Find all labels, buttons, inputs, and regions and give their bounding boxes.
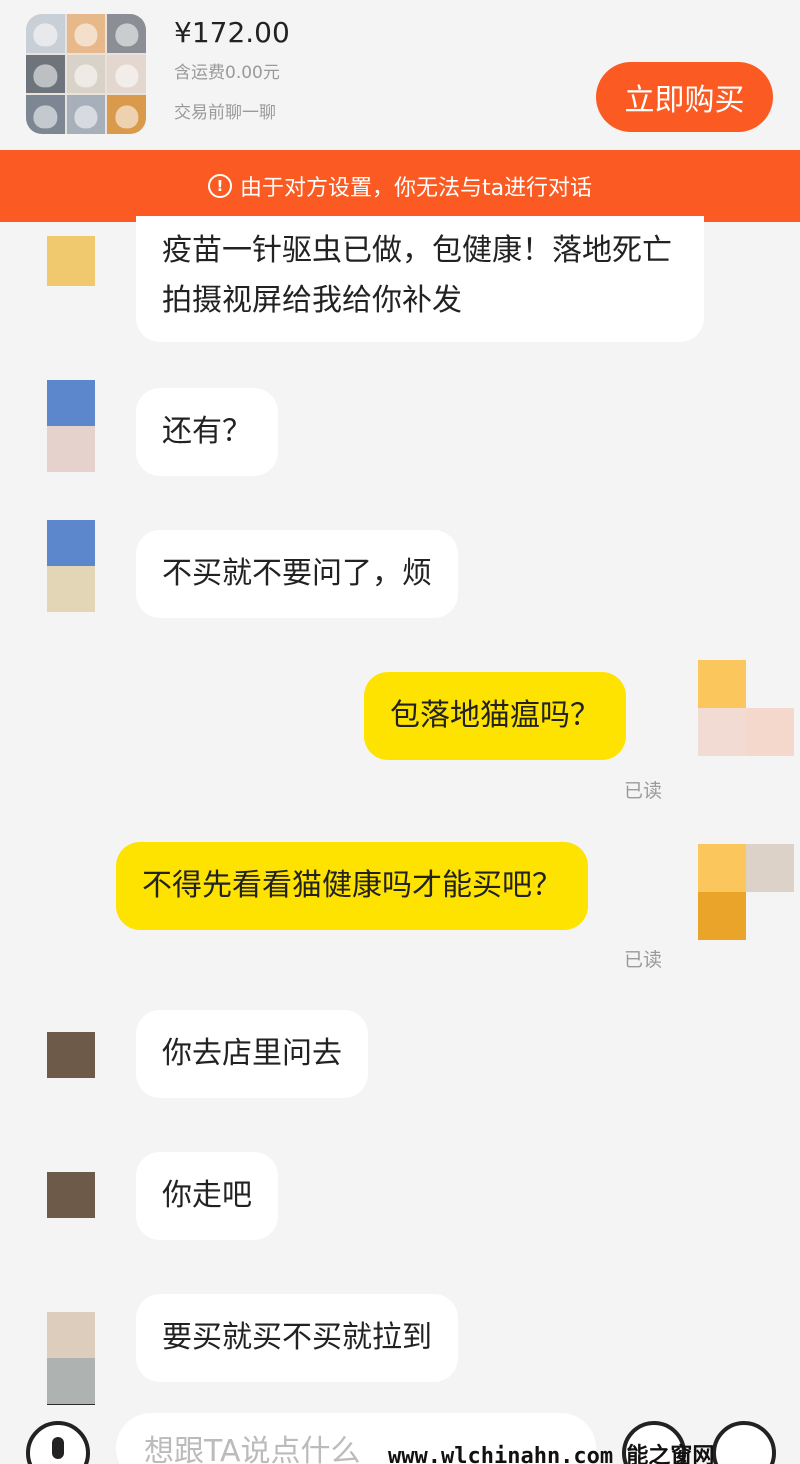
message-bubble: 疫苗一针驱虫已做，包健康！落地死亡拍摄视屏给我给你补发 (136, 216, 704, 342)
avatar[interactable] (47, 236, 95, 286)
message-text: 要买就买不买就拉到 (162, 1320, 432, 1355)
message-bubble: 你去店里问去 (136, 1010, 368, 1098)
cat-photo (26, 95, 65, 134)
cat-photo (66, 14, 106, 53)
cat-photo (26, 54, 65, 94)
message-bubble: 要买就买不买就拉到 (136, 1294, 458, 1382)
message-text: 疫苗一针驱虫已做，包健康！落地死亡拍摄视屏给我给你补发 (162, 233, 672, 318)
microphone-icon[interactable] (26, 1421, 90, 1464)
cat-photo (107, 95, 146, 134)
product-price: ¥172.00 (174, 16, 290, 49)
message-bubble: 你走吧 (136, 1152, 278, 1240)
message-text: 包落地猫瘟吗？ (390, 698, 600, 733)
cat-photo (66, 95, 106, 134)
product-thumbnail[interactable] (26, 14, 146, 134)
message-text: 不得先看看猫健康吗才能买吧？ (142, 868, 562, 903)
more-icon[interactable] (712, 1421, 776, 1464)
avatar[interactable] (47, 1032, 95, 1078)
input-placeholder: 想跟TA说点什么 (144, 1434, 361, 1464)
avatar[interactable] (698, 660, 794, 756)
message-text: 你去店里问去 (162, 1036, 342, 1071)
blocked-warning-banner: ! 由于对方设置，你无法与ta进行对话 (0, 150, 800, 222)
warning-icon: ! (207, 174, 232, 198)
cat-photo (107, 54, 146, 94)
shipping-fee: 含运费0.00元 (174, 63, 280, 83)
message-bubble: 不买就不要问了，烦 (136, 530, 458, 618)
banner-text: 由于对方设置，你无法与ta进行对话 (239, 176, 593, 201)
chat-note: 交易前聊一聊 (174, 103, 276, 123)
avatar[interactable] (47, 520, 95, 612)
buy-now-button[interactable]: 立即购买 (596, 62, 773, 132)
read-status: 已读 (624, 780, 663, 802)
cat-photo (107, 14, 146, 53)
avatar[interactable] (47, 1172, 95, 1218)
message-bubble: 包落地猫瘟吗？ (364, 672, 626, 760)
message-text: 不买就不要问了，烦 (162, 556, 432, 591)
message-text: 还有？ (162, 414, 252, 449)
avatar[interactable] (47, 380, 95, 472)
message-text: 你走吧 (162, 1178, 252, 1213)
cat-photo (66, 54, 106, 94)
message-bubble: 不得先看看猫健康吗才能买吧？ (116, 842, 588, 930)
cat-photo (26, 14, 65, 53)
product-header: ¥172.00 含运费0.00元 交易前聊一聊 立即购买 (0, 0, 800, 150)
message-bubble: 还有？ (136, 388, 278, 476)
avatar[interactable] (698, 844, 794, 940)
watermark: www.wlchinahn.com 能之窗网 (388, 1444, 715, 1464)
read-status: 已读 (624, 949, 663, 971)
